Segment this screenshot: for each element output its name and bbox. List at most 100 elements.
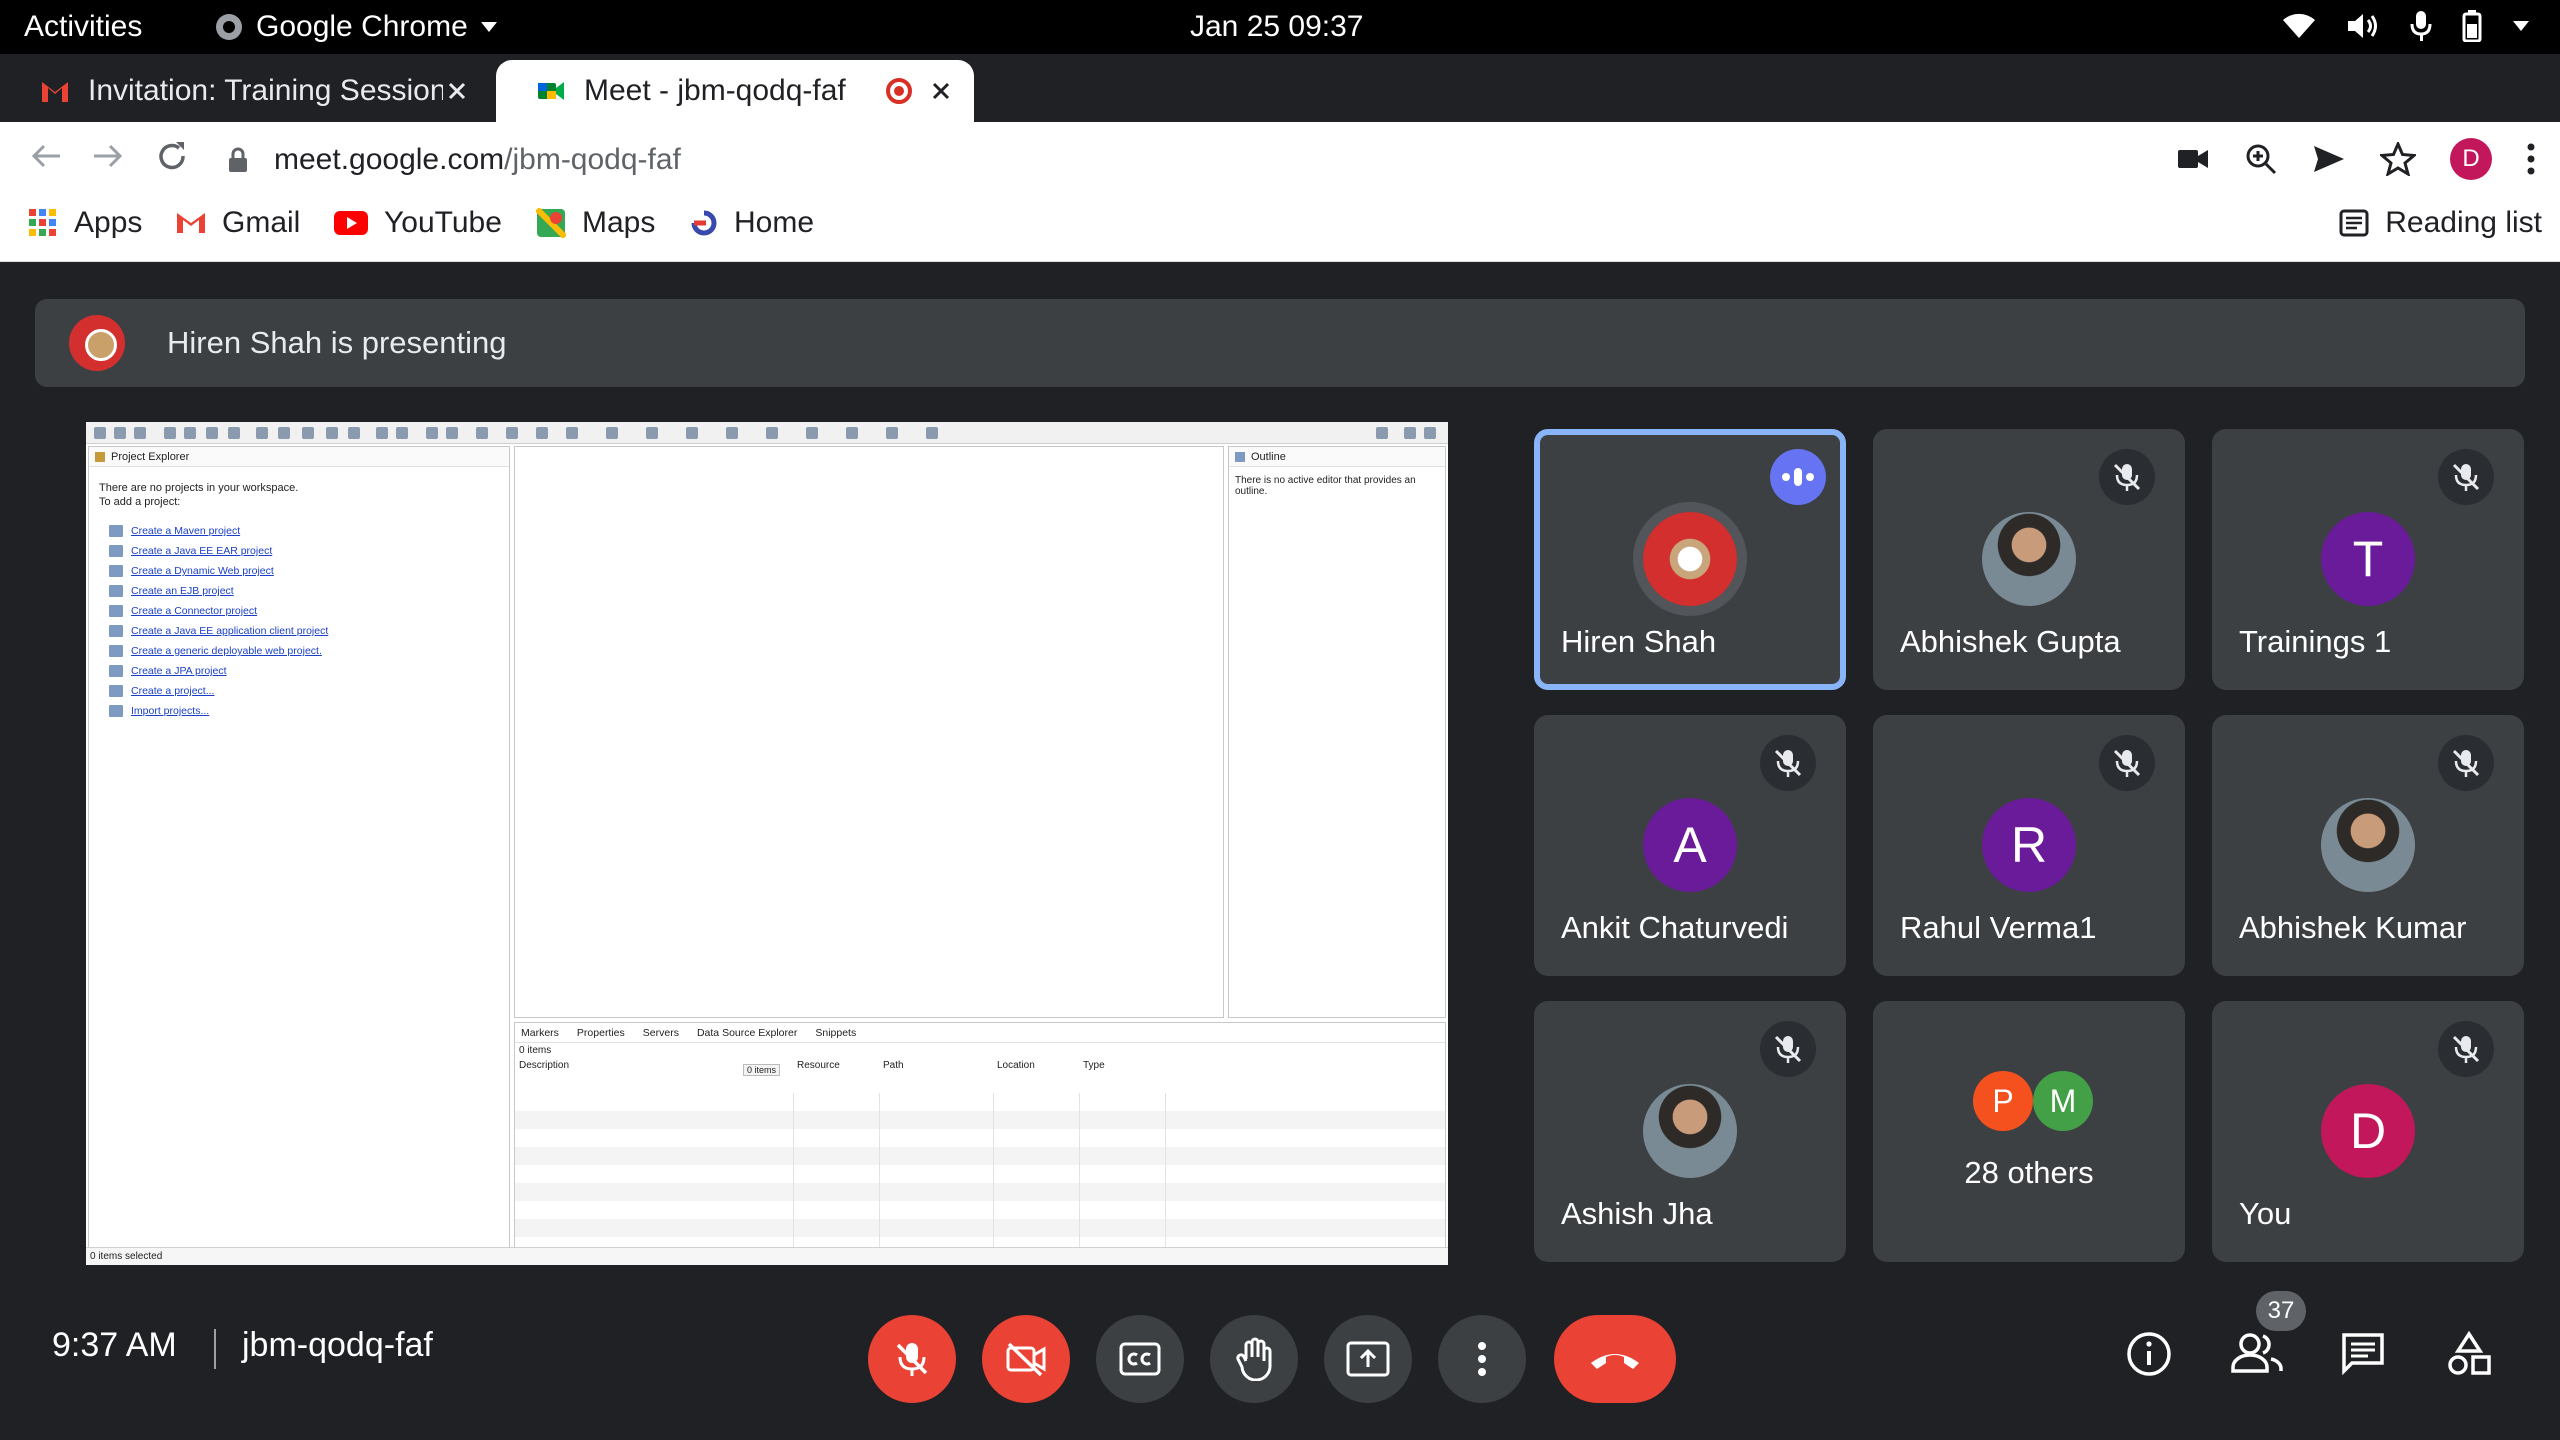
tab-data-source-explorer: Data Source Explorer [696,1026,798,1039]
participant-avatar [1643,512,1737,606]
participant-tile[interactable]: Abhishek Gupta [1873,429,2185,690]
tab-snippets: Snippets [815,1026,857,1039]
bookmark-youtube[interactable]: YouTube [334,206,502,240]
folder-icon [95,451,105,462]
microphone-icon [2410,11,2432,41]
tab-meet[interactable]: Meet - jbm-qodq-faf [496,60,974,122]
meeting-details-icon[interactable] [2126,1331,2172,1377]
bookmark-home[interactable]: Home [690,206,814,240]
workspace-intro: There are no projects in your workspace.… [89,467,509,513]
people-icon[interactable] [2230,1331,2284,1375]
participant-tile[interactable]: R Rahul Verma1 [1873,715,2185,976]
participant-name: Hiren Shah [1561,624,1717,659]
toggle-camera-button[interactable] [982,1315,1070,1403]
participant-name: Rahul Verma1 [1900,910,2097,945]
divider [214,1329,216,1369]
leave-call-button[interactable] [1554,1315,1676,1403]
bookmark-maps[interactable]: Maps [536,206,655,240]
project-link-list: Create a Maven project Create a Java EE … [89,513,509,721]
end-call-icon [1591,1354,1639,1369]
volume-icon [2348,14,2377,38]
chat-icon[interactable] [2340,1331,2386,1377]
participant-name: Ashish Jha [1561,1196,1713,1231]
project-icon [109,685,123,697]
tab-strip: Invitation: Training Session Meet - jbm-… [0,54,2560,162]
project-link: Create a JPA project [89,661,509,681]
captions-button[interactable] [1096,1315,1184,1403]
reload-icon[interactable] [154,138,190,174]
lock-icon[interactable] [228,147,248,173]
raise-hand-button[interactable] [1210,1315,1298,1403]
project-link: Create a Java EE EAR project [89,541,509,561]
more-vertical-icon [1478,1342,1486,1376]
tab-invitation[interactable]: Invitation: Training Session [0,60,490,122]
system-tray[interactable] [2282,10,2530,42]
bookmark-apps[interactable]: Apps [28,206,142,240]
participant-tile[interactable]: Hiren Shah [1534,429,1846,690]
participant-tile[interactable]: T Trainings 1 [2212,429,2524,690]
project-link: Create a Java EE application client proj… [89,621,509,641]
markers-panel: Markers Properties Servers Data Source E… [514,1022,1446,1263]
activities-shapes-icon[interactable] [2446,1331,2492,1377]
more-options-button[interactable] [1438,1315,1526,1403]
participant-tile[interactable]: Abhishek Kumar [2212,715,2524,976]
meeting-code: jbm-qodq-faf [242,1326,433,1364]
participant-avatar: D [2321,1084,2415,1178]
tooltip: 0 items [743,1064,781,1076]
bookmarks-bar: Apps Gmail YouTube Maps Home Reading lis… [0,198,2560,262]
self-tile[interactable]: D You [2212,1001,2524,1262]
panel-title: Outline [1251,450,1286,463]
muted-icon [2438,449,2494,505]
shared-screen[interactable]: Project Explorer There are no projects i… [86,422,1448,1265]
participant-avatar [1643,1084,1737,1178]
send-tab-icon[interactable] [2312,144,2346,174]
profile-avatar[interactable]: D [2450,138,2492,180]
zoom-icon[interactable] [2244,142,2278,176]
bookmark-label: Home [734,206,815,239]
back-icon[interactable] [28,138,64,174]
activities-button[interactable]: Activities [24,10,142,44]
present-screen-button[interactable] [1324,1315,1412,1403]
project-icon [109,705,123,717]
bookmark-label: Maps [582,206,656,239]
chrome-icon [216,14,242,40]
toggle-microphone-button[interactable] [868,1315,956,1403]
participant-name: Abhishek Gupta [1900,624,2121,659]
intro-line: To add a project: [99,496,181,508]
project-icon [109,585,123,597]
address-bar[interactable]: meet.google.com/jbm-qodq-faf [228,132,2188,188]
gmail-icon [177,213,205,233]
system-clock[interactable]: Jan 25 09:37 [1190,10,1363,44]
close-tab-icon[interactable] [926,76,956,106]
project-icon [109,605,123,617]
caret-down-icon [2513,21,2529,31]
bookmark-gmail[interactable]: Gmail [176,206,300,240]
participant-name: Abhishek Kumar [2239,910,2467,945]
participant-tile[interactable]: Ashish Jha [1534,1001,1846,1262]
camera-in-use-icon[interactable] [2176,146,2210,172]
project-icon [109,565,123,577]
recording-indicator-icon [886,78,912,104]
system-top-bar: Activities Google Chrome Jan 25 09:37 [0,0,2560,54]
muted-icon [2099,449,2155,505]
app-menu[interactable]: Google Chrome [214,10,498,44]
column-header: Resource [797,1060,840,1071]
others-tile[interactable]: P M 28 others [1873,1001,2185,1262]
forward-icon[interactable] [90,138,126,174]
bookmark-label: YouTube [384,206,502,239]
presenter-avatar [69,315,125,371]
maps-icon [536,208,566,238]
reading-list-button[interactable]: Reading list [2339,206,2542,240]
participant-avatar [2321,798,2415,892]
bookmark-label: Gmail [222,206,301,239]
browser-toolbar: meet.google.com/jbm-qodq-faf D [0,122,2560,198]
table-rows [515,1093,1445,1263]
participant-tile[interactable]: A Ankit Chaturvedi [1534,715,1846,976]
muted-icon [1760,735,1816,791]
close-tab-icon[interactable] [442,76,472,106]
more-vertical-icon[interactable] [2526,143,2536,175]
project-icon [109,625,123,637]
participant-avatar [1982,512,2076,606]
bookmark-star-icon[interactable] [2380,142,2416,176]
project-icon [109,545,123,557]
